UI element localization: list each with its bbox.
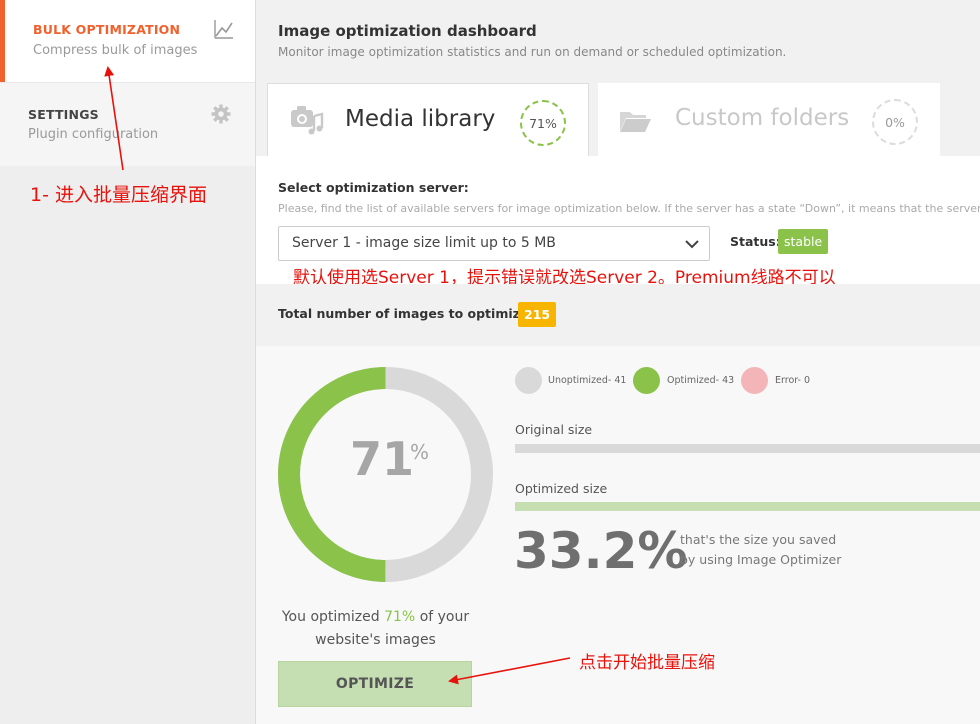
summary-text: website's images <box>315 632 436 648</box>
page-title: Image optimization dashboard <box>278 22 537 40</box>
tab-progress-badge: 0% <box>872 99 918 145</box>
server-select[interactable]: Server 1 - image size limit up to 5 MB <box>278 226 710 261</box>
optimized-size-bar <box>515 502 980 511</box>
status-badge: stable <box>778 229 829 254</box>
saved-line: by using Image Optimizer <box>680 552 842 567</box>
legend-dot-unoptimized <box>515 367 542 394</box>
optimize-button[interactable]: OPTIMIZE <box>278 661 472 707</box>
annotation-step1: 1- 进入批量压缩界面 <box>30 184 207 206</box>
annotation-click-note: 点击开始批量压缩 <box>579 653 715 673</box>
legend-unoptimized: Unoptimized- 41 <box>548 375 627 386</box>
legend-optimized: Optimized- 43 <box>667 375 735 386</box>
summary-percent: 71% <box>384 609 416 625</box>
folder-icon <box>620 112 651 132</box>
original-size-label: Original size <box>515 422 593 437</box>
status-label: Status: <box>730 234 781 249</box>
server-select-label: Select optimization server: <box>278 180 469 195</box>
total-images-badge: 215 <box>518 302 557 327</box>
page-subtitle: Monitor image optimization statistics an… <box>278 45 787 59</box>
server-select-value: Server 1 - image size limit up to 5 MB <box>292 235 556 251</box>
donut-percent-number: 71 <box>350 432 415 486</box>
tab-label: Media library <box>345 106 496 132</box>
original-size-bar <box>515 444 980 453</box>
optimized-summary: You optimized 71% of your website's imag… <box>278 606 473 652</box>
legend-error: Error- 0 <box>775 375 811 386</box>
tab-media-library[interactable]: Media library 71% <box>267 83 589 156</box>
legend-dot-optimized <box>633 367 660 394</box>
summary-text: of your <box>419 609 470 625</box>
server-help-text: Please, find the list of available serve… <box>278 202 980 215</box>
tab-label: Custom folders <box>675 105 850 131</box>
sidebar: BULK OPTIMIZATION Compress bulk of image… <box>0 0 255 724</box>
gear-icon <box>211 104 231 124</box>
donut-percent-sign: % <box>410 440 430 464</box>
sidebar-item-settings[interactable]: SETTINGS Plugin configuration <box>0 83 255 166</box>
optimized-size-label: Optimized size <box>515 481 608 496</box>
sidebar-item-subtitle: Plugin configuration <box>28 127 159 142</box>
tab-custom-folders[interactable]: Custom folders 0% <box>598 83 940 156</box>
saved-line: that's the size you saved <box>680 532 837 547</box>
sidebar-item-bulk-optimization[interactable]: BULK OPTIMIZATION Compress bulk of image… <box>0 0 255 82</box>
chevron-down-icon <box>685 240 699 249</box>
camera-music-icon <box>291 106 324 135</box>
sidebar-item-title: BULK OPTIMIZATION <box>33 22 181 37</box>
tab-progress-badge: 71% <box>520 100 566 146</box>
chart-line-icon <box>214 20 233 39</box>
legend-dot-error <box>741 367 768 394</box>
total-images-label: Total number of images to optimize <box>278 306 529 321</box>
summary-text: You optimized <box>281 609 380 625</box>
sidebar-item-title: SETTINGS <box>28 107 99 122</box>
sidebar-item-subtitle: Compress bulk of images <box>33 43 198 58</box>
saved-description: that's the size you saved by using Image… <box>680 530 841 570</box>
saved-percent: 33.2% <box>514 522 688 580</box>
